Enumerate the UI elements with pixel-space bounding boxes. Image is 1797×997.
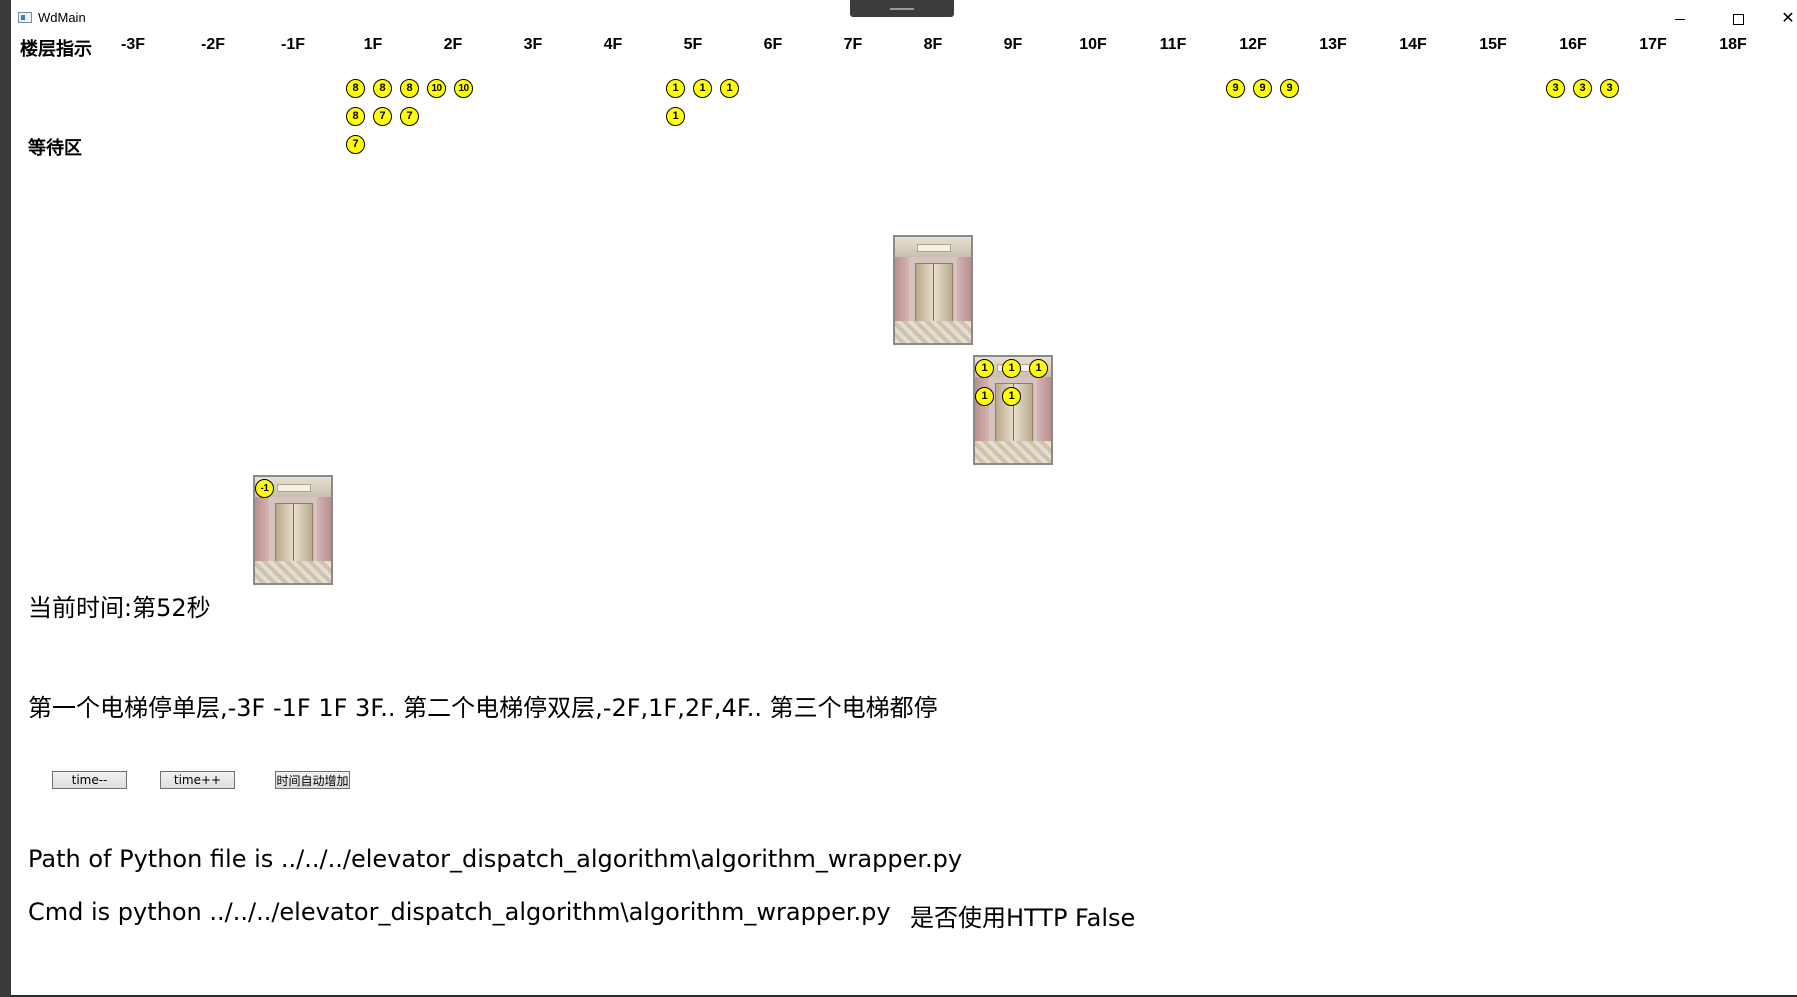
floor-label-12F: 12F bbox=[1239, 36, 1267, 53]
floor-label-10F: 10F bbox=[1079, 36, 1107, 53]
floor-label-4F: 4F bbox=[603, 36, 623, 53]
passenger-badge: 7 bbox=[400, 107, 419, 126]
floor-indicator-title: 楼层指示 bbox=[20, 39, 92, 60]
passenger-badge: 9 bbox=[1253, 79, 1272, 98]
floor-label-16F: 16F bbox=[1559, 36, 1587, 53]
passenger-badge: 8 bbox=[346, 79, 365, 98]
passenger-badge: 8 bbox=[346, 107, 365, 126]
time-decrement-button[interactable]: time-- bbox=[52, 771, 127, 789]
python-path-text: Path of Python file is ../../../elevator… bbox=[28, 845, 963, 873]
http-status-text: 是否使用HTTP False bbox=[910, 904, 1136, 932]
floor-label-9F: 9F bbox=[1003, 36, 1023, 53]
floor-label-17F: 17F bbox=[1639, 36, 1667, 53]
left-edge-strip bbox=[0, 0, 11, 997]
floor-label-7F: 7F bbox=[843, 36, 863, 53]
title-bar[interactable]: WdMain ✕ bbox=[11, 0, 1797, 36]
passenger-badge: 8 bbox=[373, 79, 392, 98]
app-icon bbox=[18, 12, 32, 23]
passenger-badge: 3 bbox=[1546, 79, 1565, 98]
floor-label-2F: 2F bbox=[443, 36, 463, 53]
elevator-wall-r bbox=[957, 257, 971, 327]
elevator-wall-l bbox=[255, 497, 269, 567]
floor-label--2F: -2F bbox=[201, 36, 225, 53]
floor-label-1F: 1F bbox=[363, 36, 383, 53]
passenger-badge: 1 bbox=[666, 79, 685, 98]
passenger-badge: 10 bbox=[427, 79, 446, 98]
cmd-text: Cmd is python ../../../elevator_dispatch… bbox=[28, 898, 891, 926]
floor-label-5F: 5F bbox=[683, 36, 703, 53]
passenger-badge: 1 bbox=[666, 107, 685, 126]
elevator-floor bbox=[895, 321, 971, 343]
passenger-badge: 1 bbox=[1002, 387, 1021, 406]
floor-label-14F: 14F bbox=[1399, 36, 1427, 53]
elevator-description-text: 第一个电梯停单层,-3F -1F 1F 3F.. 第二个电梯停双层,-2F,1F… bbox=[28, 694, 938, 722]
floor-label-18F: 18F bbox=[1719, 36, 1747, 53]
passenger-badge: 10 bbox=[454, 79, 473, 98]
passenger-badge: 1 bbox=[1002, 359, 1021, 378]
elevator-floor bbox=[255, 561, 331, 583]
main-window: WdMain ✕ 楼层指示 -3F -2F -1F 1F 2F 3F 4F 5F 6F 7F 8F 9… bbox=[11, 0, 1797, 995]
floor-label--1F: -1F bbox=[281, 36, 305, 53]
floor-label-6F: 6F bbox=[763, 36, 783, 53]
floor-label--3F: -3F bbox=[121, 36, 145, 53]
passenger-badge: -1 bbox=[255, 479, 274, 498]
close-button[interactable]: ✕ bbox=[1768, 6, 1797, 32]
drag-handle[interactable] bbox=[850, 0, 954, 17]
time-increment-button[interactable]: time++ bbox=[160, 771, 235, 789]
passenger-badge: 1 bbox=[720, 79, 739, 98]
floor-label-8F: 8F bbox=[923, 36, 943, 53]
close-icon: ✕ bbox=[1781, 10, 1795, 27]
maximize-icon bbox=[1732, 13, 1744, 25]
passenger-badge: 1 bbox=[1029, 359, 1048, 378]
elevator-floor bbox=[975, 441, 1051, 463]
floor-label-11F: 11F bbox=[1159, 36, 1187, 53]
elevator-wall-r bbox=[317, 497, 331, 567]
floor-label-3F: 3F bbox=[523, 36, 543, 53]
elevator-wall-r bbox=[1037, 377, 1051, 447]
passenger-badge: 7 bbox=[346, 135, 365, 154]
floor-label-13F: 13F bbox=[1319, 36, 1347, 53]
passenger-badge: 8 bbox=[400, 79, 419, 98]
elevator-ceiling bbox=[895, 237, 971, 257]
current-time-text: 当前时间:第52秒 bbox=[28, 594, 211, 622]
elevator-wall-l bbox=[895, 257, 909, 327]
elevator-door bbox=[275, 503, 313, 565]
waiting-area-title: 等待区 bbox=[28, 138, 82, 159]
passenger-badge: 3 bbox=[1600, 79, 1619, 98]
elevator-door bbox=[915, 263, 953, 325]
passenger-badge: 1 bbox=[975, 359, 994, 378]
auto-time-button[interactable]: 时间自动增加 bbox=[275, 771, 350, 789]
passenger-badge: 1 bbox=[975, 387, 994, 406]
passenger-badge: 9 bbox=[1280, 79, 1299, 98]
maximize-button[interactable] bbox=[1718, 6, 1758, 32]
passenger-badge: 9 bbox=[1226, 79, 1245, 98]
passenger-badge: 7 bbox=[373, 107, 392, 126]
window-title: WdMain bbox=[38, 10, 86, 25]
elevator-2 bbox=[893, 235, 973, 345]
floor-label-15F: 15F bbox=[1479, 36, 1507, 53]
minimize-icon bbox=[1675, 18, 1685, 20]
passenger-badge: 3 bbox=[1573, 79, 1592, 98]
minimize-button[interactable] bbox=[1660, 6, 1700, 32]
passenger-badge: 1 bbox=[693, 79, 712, 98]
